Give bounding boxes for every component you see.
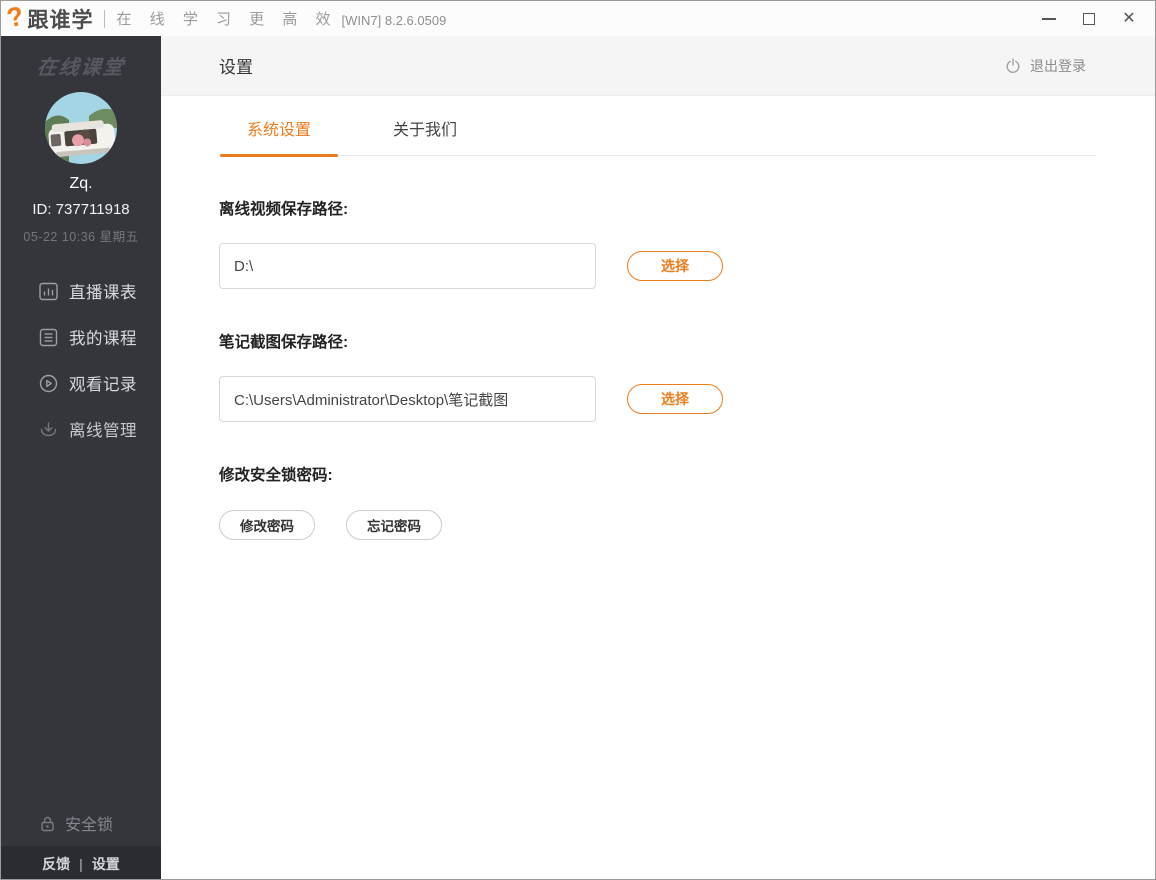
avatar[interactable] [45,92,117,164]
app-tagline: 在 线 学 习 更 高 效 [117,8,338,29]
lock-icon [39,815,56,832]
app-logo-icon: ? [4,3,26,33]
app-version: [WIN7] 8.2.6.0509 [342,13,447,28]
offline-manager-icon [39,420,58,439]
sidebar-watermark: 在线课堂 [0,51,163,80]
maximize-icon [1083,13,1095,25]
maximize-button[interactable] [1069,1,1109,36]
power-icon [1005,58,1021,74]
settings-link[interactable]: 设置 [92,854,120,874]
security-password-label: 修改安全锁密码: [219,463,1156,485]
sidebar-item-my-courses[interactable]: 我的课程 [1,314,161,360]
watch-history-icon [39,374,58,393]
main-panel: 设置 退出登录 系统设置 关于我们 离线视频保存路径: 选择 笔记截图保存路径: [161,36,1156,880]
sidebar-item-label: 直播课表 [69,279,137,303]
main-header: 设置 退出登录 [161,36,1156,96]
security-password-row: 修改密码 忘记密码 [219,510,1156,540]
offline-video-path-label: 离线视频保存路径: [219,197,1156,219]
minimize-button[interactable] [1029,1,1069,36]
user-name: Zq. [1,175,161,193]
live-schedule-icon [39,282,58,301]
sidebar-menu: 直播课表 我的课程 观看记录 [1,268,161,452]
security-lock-label: 安全锁 [65,811,113,835]
sidebar-item-offline-manager[interactable]: 离线管理 [1,406,161,452]
tab-about-us[interactable]: 关于我们 [366,116,484,155]
sidebar: 在线课堂 Zq. ID: 737711918 05-22 10:36 星期五 [1,36,161,880]
note-screenshot-choose-button[interactable]: 选择 [627,384,723,414]
security-lock-item[interactable]: 安全锁 [39,811,113,835]
user-id: ID: 737711918 [1,201,161,218]
window-controls: ✕ [1029,1,1149,36]
forgot-password-button[interactable]: 忘记密码 [346,510,442,540]
sidebar-item-label: 我的课程 [69,325,137,349]
sidebar-item-live-schedule[interactable]: 直播课表 [1,268,161,314]
note-screenshot-path-input[interactable] [219,376,596,422]
note-screenshot-path-row: 选择 [219,376,1156,422]
page-title: 设置 [219,53,253,78]
offline-video-path-row: 选择 [219,243,1156,289]
titlebar: ? 跟谁学 在 线 学 习 更 高 效 [WIN7] 8.2.6.0509 ✕ [1,1,1156,36]
minimize-icon [1042,18,1056,20]
user-datetime: 05-22 10:36 星期五 [1,226,161,245]
app-logo-text: 跟谁学 [28,4,94,34]
logo-divider [104,10,105,28]
logout-label: 退出登录 [1030,56,1086,76]
note-screenshot-path-label: 笔记截图保存路径: [219,330,1156,352]
tab-system-settings[interactable]: 系统设置 [220,116,338,155]
settings-tabs: 系统设置 关于我们 [220,116,1096,156]
sidebar-item-label: 离线管理 [69,417,137,441]
feedback-link[interactable]: 反馈 [42,854,70,874]
settings-form: 离线视频保存路径: 选择 笔记截图保存路径: 选择 修改安全锁密码: 修改密码 … [161,197,1156,540]
close-icon: ✕ [1122,11,1135,27]
offline-video-path-input[interactable] [219,243,596,289]
close-button[interactable]: ✕ [1109,1,1149,36]
change-password-button[interactable]: 修改密码 [219,510,315,540]
sidebar-footer: 反馈 | 设置 [1,846,161,880]
sidebar-item-watch-history[interactable]: 观看记录 [1,360,161,406]
app-window: ? 跟谁学 在 线 学 习 更 高 效 [WIN7] 8.2.6.0509 ✕ … [0,0,1156,880]
my-courses-icon [39,328,58,347]
logout-button[interactable]: 退出登录 [1005,56,1086,76]
sidebar-item-label: 观看记录 [69,371,137,395]
offline-video-choose-button[interactable]: 选择 [627,251,723,281]
footer-divider: | [79,856,83,872]
